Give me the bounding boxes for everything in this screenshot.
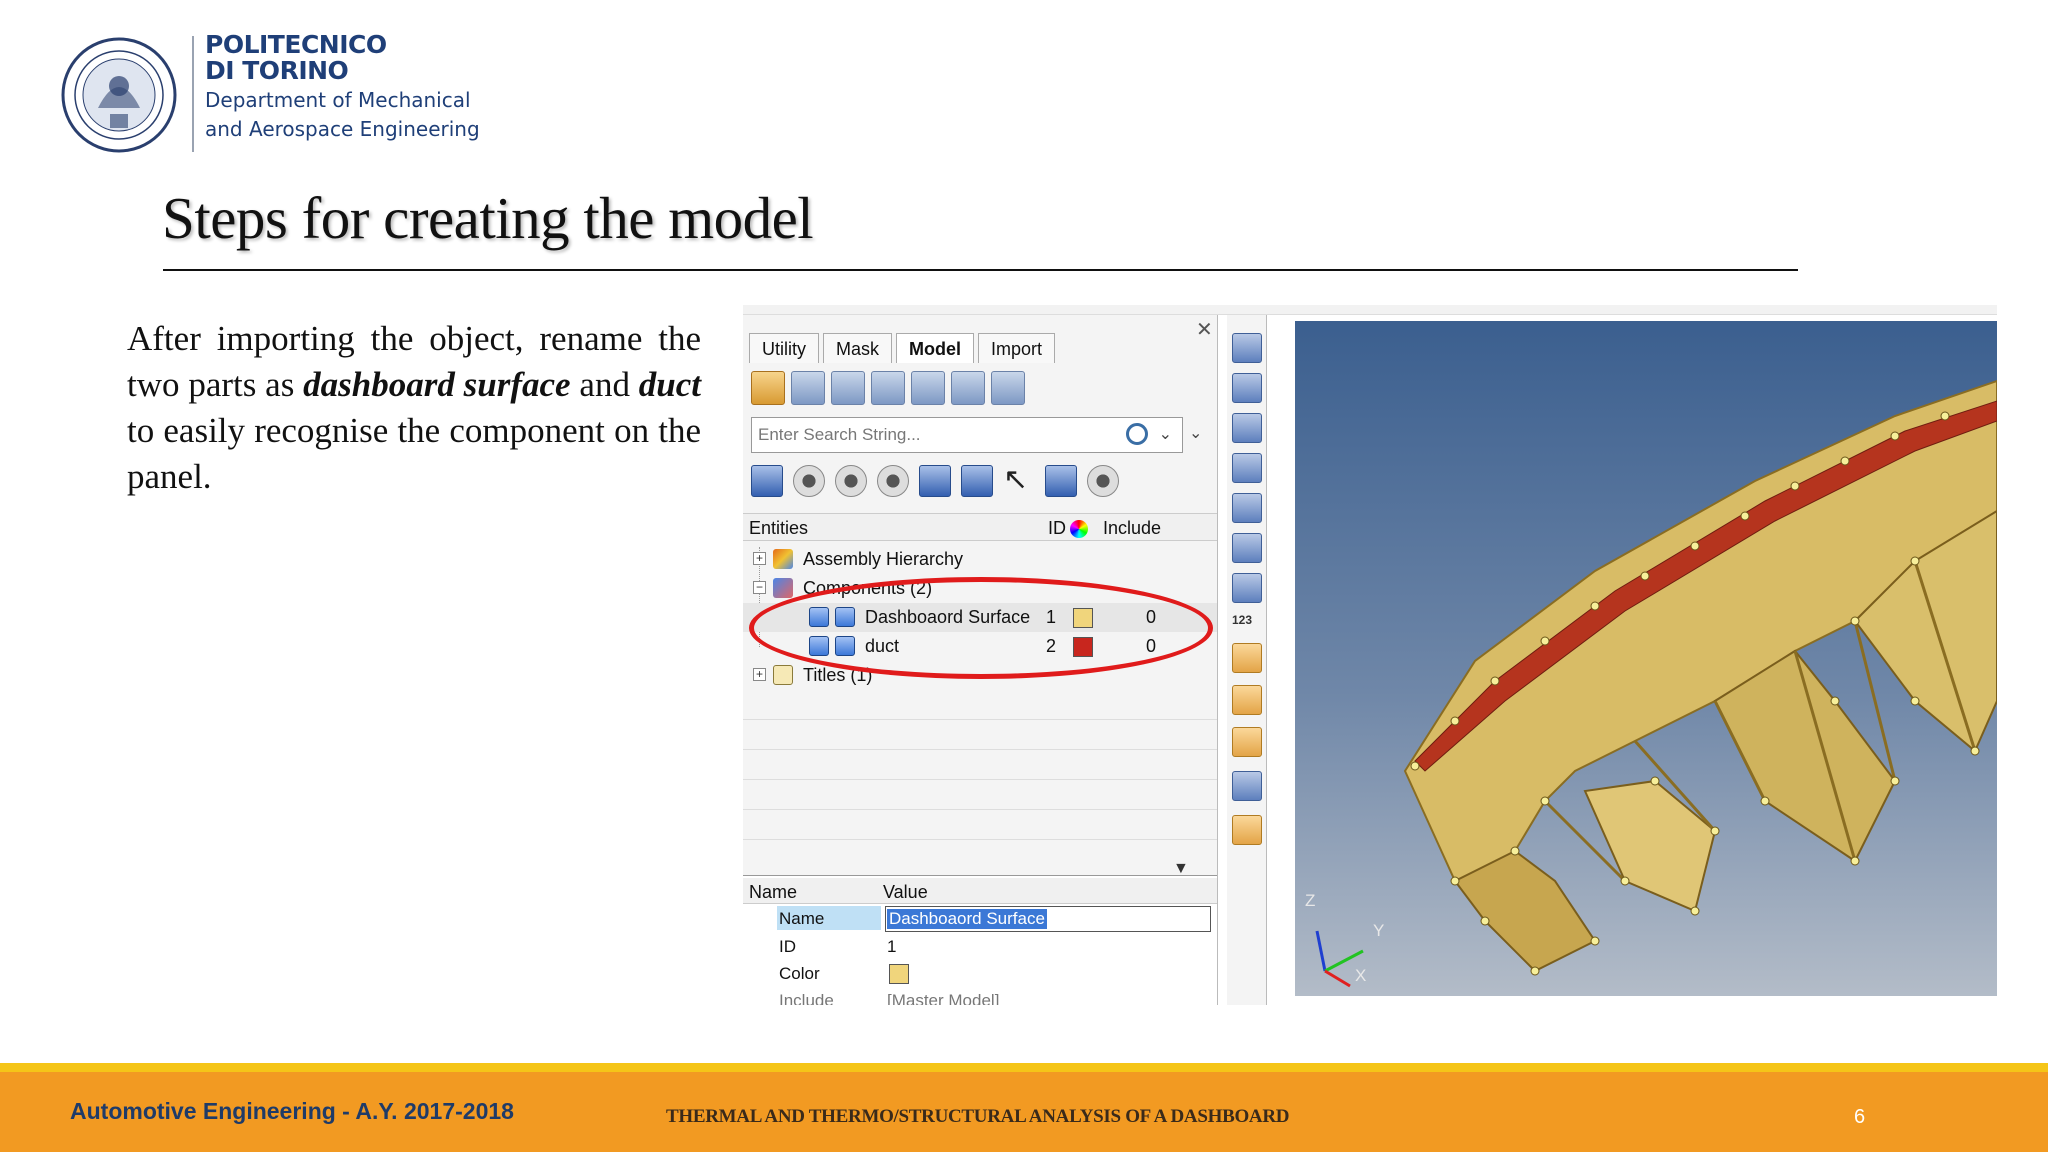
transform-icon[interactable] (1232, 771, 1262, 801)
info-123-icon[interactable]: 123 (1232, 613, 1252, 627)
prop-row-color[interactable]: Color (743, 960, 1217, 987)
material-icon[interactable] (951, 371, 985, 405)
axis-y-label: Y (1373, 921, 1385, 940)
cursor-icon[interactable]: ↖ (1003, 465, 1035, 497)
footer-bar: Automotive Engineering - A.Y. 2017-2018 … (0, 1072, 2048, 1152)
show-icon[interactable] (793, 465, 825, 497)
search-input[interactable]: Enter Search String... ⌄ (751, 417, 1183, 453)
close-icon[interactable]: ✕ (1196, 317, 1213, 342)
grid-line (743, 809, 1217, 810)
axis-z-label: Z (1305, 891, 1316, 910)
prop-row-name[interactable]: Name Dashboaord Surface (743, 905, 1217, 932)
assembly-icon (773, 549, 793, 569)
prop-row-id[interactable]: ID 1 (743, 933, 1217, 960)
collapse-icon[interactable]: − (753, 581, 766, 594)
properties-header: Name Value (743, 878, 1217, 904)
axis-x-label: X (1355, 966, 1367, 985)
header-include: Include (1103, 518, 1162, 538)
search-icon[interactable] (1126, 423, 1148, 445)
model-browser-panel: ✕ Utility Mask Model Import Enter Search… (743, 315, 1218, 1005)
vertical-toolbar: 123 (1227, 315, 1267, 1005)
display-mode-icon[interactable] (751, 465, 783, 497)
display-toolbar: ↖ (751, 465, 1119, 497)
color-swatch[interactable] (889, 964, 909, 984)
titles-icon (773, 665, 793, 685)
tree-item-assembly-hierarchy[interactable]: + Assembly Hierarchy (743, 545, 1217, 574)
politecnico-seal-logo (61, 37, 177, 153)
course-label: Automotive Engineering - A.Y. 2017-2018 (70, 1098, 514, 1124)
tab-mask[interactable]: Mask (823, 333, 893, 363)
tab-model[interactable]: Model (896, 333, 975, 363)
visibility-toggle-icon[interactable] (1087, 465, 1119, 497)
expand-icon[interactable]: + (753, 552, 766, 565)
browser-toolbar (751, 371, 1025, 405)
components-icon (773, 578, 793, 598)
color-wheel-icon (1070, 520, 1088, 538)
component-view-icon[interactable] (751, 371, 785, 405)
transparency-icon[interactable] (961, 465, 993, 497)
solid-icon[interactable] (831, 371, 865, 405)
entities-grid-header: Entities ID Include (743, 513, 1217, 541)
tab-utility[interactable]: Utility (749, 333, 819, 363)
bounding-box-icon[interactable] (1232, 815, 1262, 845)
view-icon[interactable] (1232, 333, 1262, 363)
tab-import[interactable]: Import (978, 333, 1056, 363)
presentation-title: THERMAL AND THERMO/STRUCTURAL ANALYSIS O… (666, 1106, 1290, 1127)
section-icon[interactable] (1232, 533, 1262, 563)
unmask-icon[interactable] (1232, 413, 1262, 443)
mask-icon[interactable] (1232, 373, 1262, 403)
grid-line (743, 719, 1217, 720)
em-duct: duct (638, 365, 701, 404)
grid-line (743, 839, 1217, 840)
graphics-viewport[interactable]: Z Y X (1295, 321, 1997, 996)
measure-icon[interactable] (1232, 643, 1262, 673)
department-name: Department of Mechanical and Aerospace E… (205, 88, 480, 141)
double-chevron-icon[interactable]: ⌄ (1189, 423, 1202, 443)
highlight-icon[interactable] (1045, 465, 1077, 497)
part-icon[interactable] (991, 371, 1025, 405)
tab-bar: Utility Mask Model Import (749, 333, 1056, 363)
entity-properties-table: Name Value Name Dashboaord Surface ID 1 … (743, 875, 1217, 1005)
chevron-down-icon[interactable]: ⌄ (1159, 424, 1172, 444)
color-mode-icon[interactable] (919, 465, 951, 497)
isolate-icon[interactable] (877, 465, 909, 497)
hide-icon[interactable] (835, 465, 867, 497)
grid-line (743, 749, 1217, 750)
em-dashboard-surface: dashboard surface (303, 365, 571, 404)
property-icon[interactable] (911, 371, 945, 405)
red-highlight-ellipse (749, 577, 1213, 679)
dashboard-model-render (1315, 379, 1997, 988)
body-paragraph: After importing the object, rename the t… (127, 319, 701, 496)
institution-name: POLITECNICO DI TORINO (205, 30, 387, 85)
logo-separator (192, 36, 194, 152)
hierarchy-icon[interactable] (791, 371, 825, 405)
prop-row-include[interactable]: Include [Master Model] (743, 987, 1217, 1005)
load-collector-icon[interactable] (871, 371, 905, 405)
binoculars-icon[interactable] (1232, 573, 1262, 603)
find-icon[interactable] (1232, 493, 1262, 523)
grid-line (743, 779, 1217, 780)
menu-strip (743, 305, 1997, 315)
header-id: ID (1048, 518, 1066, 538)
expand-icon[interactable]: + (753, 668, 766, 681)
label-abc-down-icon[interactable] (1232, 727, 1262, 757)
page-title: Steps for creating the model (162, 185, 814, 251)
software-screenshot: ✕ Utility Mask Model Import Enter Search… (743, 305, 1997, 1005)
title-underline (163, 269, 1798, 271)
header-entities: Entities (749, 518, 809, 538)
page-number: 6 (1854, 1106, 1866, 1128)
label-abc-icon[interactable] (1232, 685, 1262, 715)
reverse-icon[interactable] (1232, 453, 1262, 483)
footer-accent-bar (0, 1063, 2048, 1072)
